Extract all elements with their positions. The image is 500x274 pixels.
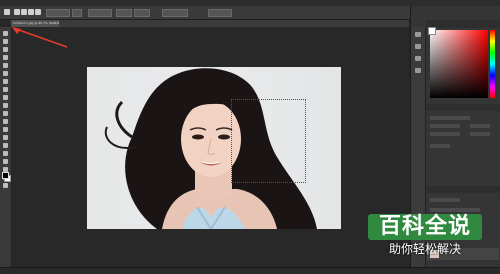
stamp-icon[interactable]	[3, 95, 8, 100]
marquee-preset-icon[interactable]	[4, 9, 10, 15]
document-tab-bar	[11, 20, 409, 27]
tools-panel	[0, 27, 12, 267]
refine-edge-button[interactable]	[162, 9, 188, 17]
workspace-dropdown[interactable]	[208, 9, 232, 17]
color-field[interactable]	[430, 30, 488, 98]
width-input[interactable]	[116, 9, 132, 17]
rectangular-selection[interactable]	[231, 99, 306, 183]
zoom-icon[interactable]	[3, 183, 8, 188]
watermark-subtitle: 助你轻松解决	[388, 242, 461, 256]
adjustments-row	[430, 116, 470, 120]
layers-panel-tabs[interactable]	[426, 186, 500, 193]
marquee-icon[interactable]	[3, 39, 8, 44]
eraser-icon[interactable]	[3, 111, 8, 116]
add-selection-icon[interactable]	[21, 9, 27, 15]
history-panel-icon[interactable]	[415, 32, 421, 37]
properties-panel-icon[interactable]	[415, 44, 421, 49]
subtract-selection-icon[interactable]	[28, 9, 34, 15]
character-panel-icon[interactable]	[415, 56, 421, 61]
style-dropdown[interactable]	[88, 9, 112, 17]
brush-icon[interactable]	[3, 87, 8, 92]
feather-input[interactable]	[46, 9, 70, 17]
text-icon[interactable]	[3, 151, 8, 156]
hue-slider[interactable]	[490, 30, 495, 98]
adjustments-panel-tabs[interactable]	[426, 104, 500, 111]
layer-filter[interactable]	[430, 198, 460, 202]
gradient-icon[interactable]	[3, 119, 8, 124]
blur-icon[interactable]	[3, 127, 8, 132]
adjustments-row	[470, 132, 490, 136]
paragraph-panel-icon[interactable]	[415, 68, 421, 73]
new-selection-icon[interactable]	[14, 9, 20, 15]
magic-wand-icon[interactable]	[3, 55, 8, 60]
eyedropper-icon[interactable]	[3, 71, 8, 76]
pen-icon[interactable]	[3, 143, 8, 148]
history-brush-icon[interactable]	[3, 103, 8, 108]
healing-icon[interactable]	[3, 79, 8, 84]
color-panel-tabs[interactable]	[426, 20, 500, 28]
height-input[interactable]	[134, 9, 150, 17]
path-select-icon[interactable]	[3, 159, 8, 164]
adjustments-row	[470, 124, 490, 128]
color-panel-foreground-swatch[interactable]	[428, 27, 436, 35]
intersect-selection-icon[interactable]	[35, 9, 41, 15]
dodge-icon[interactable]	[3, 135, 8, 140]
antialias-checkbox[interactable]	[72, 9, 82, 17]
blend-mode-dropdown[interactable]	[430, 208, 480, 212]
watermark-logo: 百科全说	[368, 214, 482, 240]
foreground-color-swatch[interactable]	[2, 172, 9, 179]
move-icon[interactable]	[3, 31, 8, 36]
adjustments-row	[430, 144, 450, 148]
crop-icon[interactable]	[3, 63, 8, 68]
annotation-arrow-icon	[12, 27, 68, 48]
adjustments-row	[430, 132, 460, 136]
adjustments-row	[430, 124, 460, 128]
lasso-icon[interactable]	[3, 47, 8, 52]
